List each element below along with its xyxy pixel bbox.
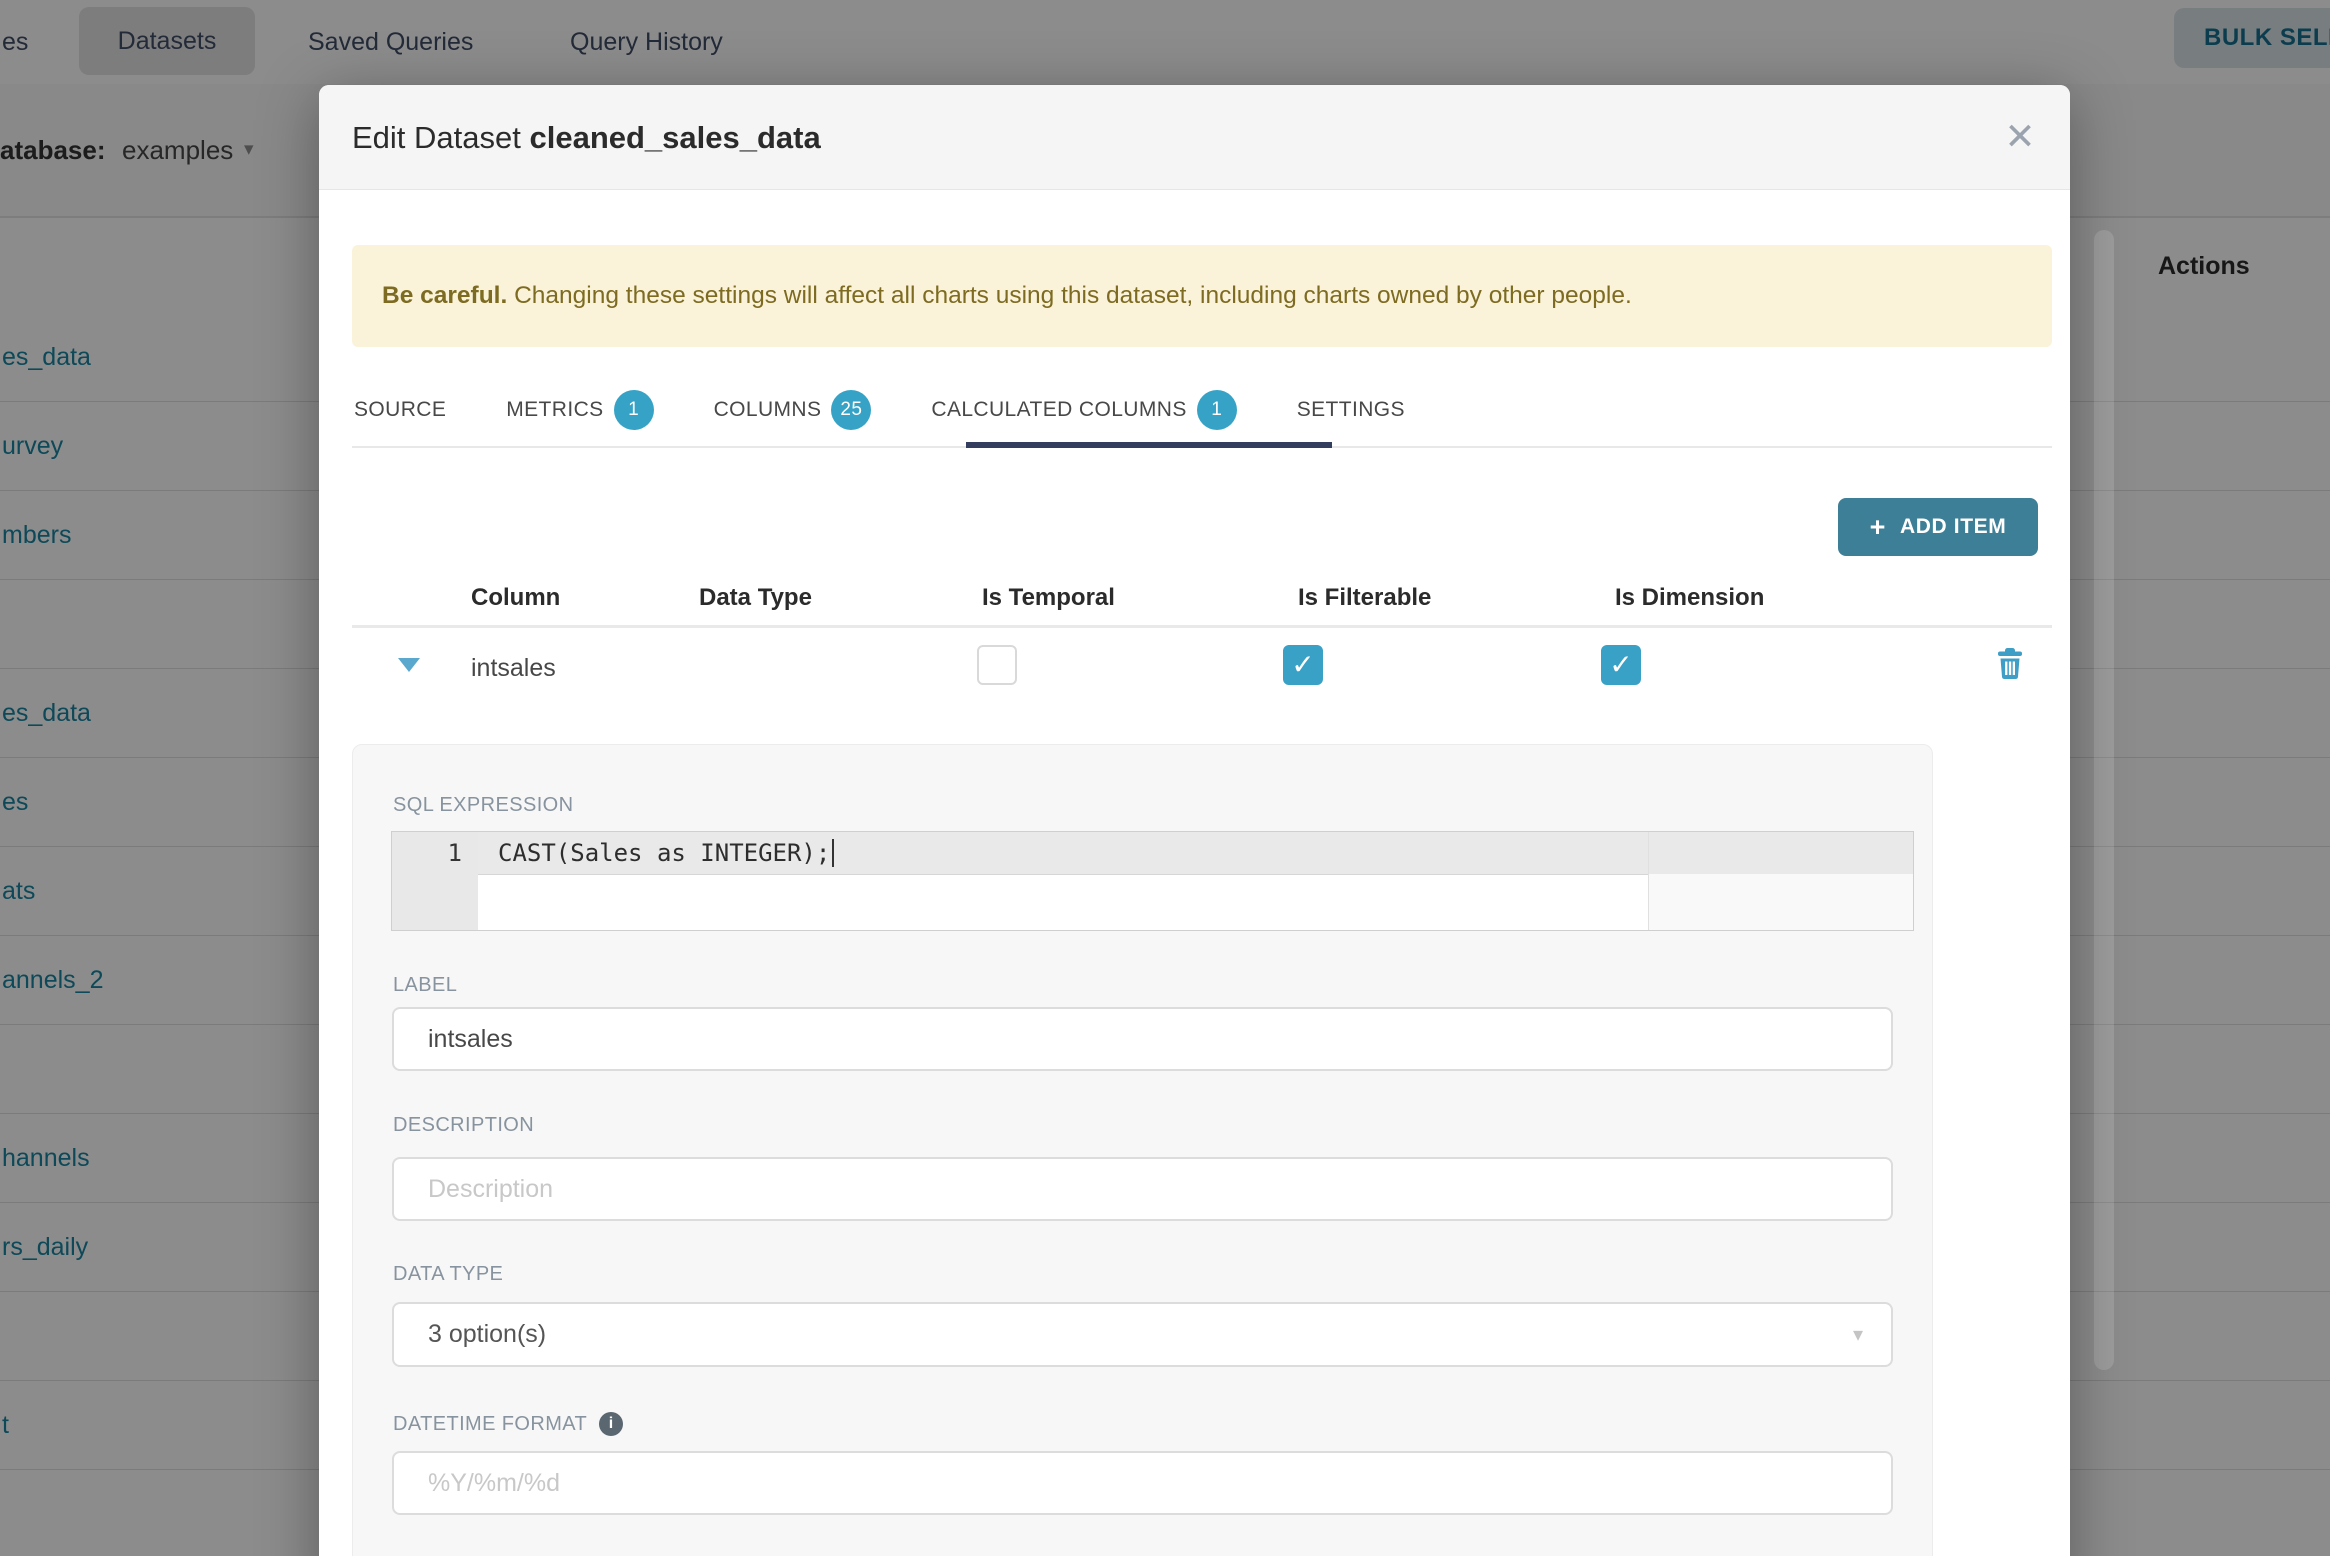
column-header-is-dimension: Is Dimension [1615,584,1765,611]
check-icon: ✓ [1291,649,1315,680]
collapse-row-caret-icon[interactable] [398,658,420,672]
table-header-divider [352,625,2052,628]
description-input[interactable] [392,1157,1893,1221]
tab-label: COLUMNS [713,398,822,421]
text-cursor [832,839,835,867]
sql-code-text: CAST(Sales as INTEGER); [498,839,831,867]
calculated-column-name: intsales [471,654,556,682]
add-item-label: ADD ITEM [1900,515,2007,538]
add-item-button[interactable]: + ADD ITEM [1838,498,2038,556]
tab-count-badge: 1 [1196,390,1237,430]
datetime-format-label-text: DATETIME FORMAT [393,1412,588,1435]
plus-icon: + [1869,511,1887,542]
column-header-column: Column [471,584,561,611]
is-filterable-checkbox[interactable]: ✓ [1283,645,1323,685]
tab-settings[interactable]: SETTINGS [1297,398,1405,422]
editor-gutter: 1 [392,832,478,930]
tab-source[interactable]: SOURCE [354,398,446,422]
data-type-field-label: DATA TYPE [393,1263,504,1285]
tab-label: SETTINGS [1296,398,1405,421]
warning-banner-bold: Be careful. [382,282,508,309]
modal-title-prefix: Edit Dataset [352,120,530,155]
screen: es Datasets Saved Queries Query History … [0,0,2330,1556]
description-field-label: DESCRIPTION [393,1114,535,1136]
select-caret-icon: ▾ [1852,1324,1863,1346]
is-temporal-checkbox[interactable] [977,645,1017,685]
label-field-label: LABEL [393,974,458,996]
is-dimension-checkbox[interactable]: ✓ [1601,645,1641,685]
modal-title-dataset-name: cleaned_sales_data [529,120,821,155]
check-icon: ✓ [1609,649,1633,680]
info-icon[interactable]: i [599,1412,624,1436]
column-header-data-type: Data Type [699,584,812,611]
tab-count-badge: 25 [831,390,872,430]
datetime-format-input[interactable] [392,1451,1893,1515]
tab-columns[interactable]: COLUMNS 25 [714,390,872,430]
modal-header: Edit Dataset cleaned_sales_data ✕ [319,85,2070,190]
trash-icon[interactable] [1997,648,2023,680]
warning-banner-text: Changing these settings will affect all … [507,282,1632,309]
tab-metrics[interactable]: METRICS 1 [506,390,654,430]
warning-banner: Be careful. Changing these settings will… [352,245,2052,347]
data-type-selected-value: 3 option(s) [428,1320,547,1348]
close-icon[interactable]: ✕ [1988,85,2052,190]
column-header-is-temporal: Is Temporal [982,584,1115,611]
datetime-format-field-label: DATETIME FORMAT i [393,1412,624,1436]
sql-expression-editor[interactable]: 1 CAST(Sales as INTEGER); [391,831,1914,931]
modal-tabs: SOURCE METRICS 1 COLUMNS 25 CALCULATED C… [354,375,1405,445]
editor-line-number: 1 [447,839,462,867]
tab-label: METRICS [506,398,604,421]
calculated-column-detail-panel: SQL EXPRESSION 1 CAST(Sales as INTEGER);… [352,744,1933,1556]
tab-label: SOURCE [354,398,447,421]
tab-label: CALCULATED COLUMNS [931,398,1187,421]
data-type-select[interactable]: 3 option(s) ▾ [392,1302,1893,1367]
active-tab-underline [966,442,1332,448]
edit-dataset-modal: Edit Dataset cleaned_sales_data ✕ Be car… [319,85,2070,1556]
sql-code-line: CAST(Sales as INTEGER); [498,832,835,874]
scrollbar[interactable] [2094,230,2114,1370]
tab-count-badge: 1 [613,390,654,430]
editor-right-zone [1649,874,1913,930]
label-input[interactable] [392,1007,1893,1071]
column-header-is-filterable: Is Filterable [1298,584,1432,611]
modal-title: Edit Dataset cleaned_sales_data [352,85,821,190]
tab-calculated-columns[interactable]: CALCULATED COLUMNS 1 [931,390,1237,430]
sql-expression-label: SQL EXPRESSION [393,794,574,816]
